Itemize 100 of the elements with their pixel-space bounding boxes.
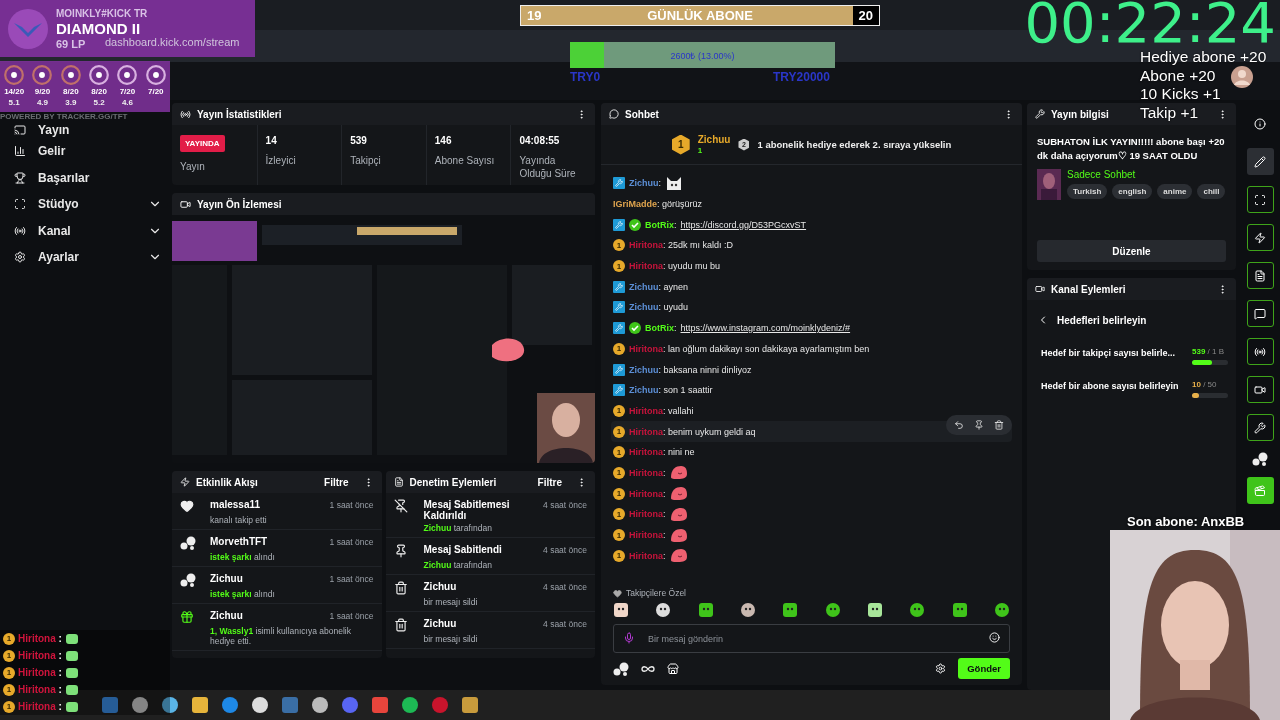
app-icon[interactable]	[460, 695, 480, 715]
gifter-name: Zichuu	[697, 134, 731, 145]
bolt-icon	[1254, 231, 1266, 244]
overlay-chat-message: Hiritona :	[18, 633, 62, 644]
wrench-button[interactable]	[1246, 414, 1274, 441]
emote-icon[interactable]	[613, 602, 629, 618]
emote-icon[interactable]	[951, 602, 968, 618]
emote-icon[interactable]	[824, 602, 841, 618]
app-icon[interactable]	[190, 695, 210, 715]
app-icon[interactable]	[160, 695, 180, 715]
emote-icon[interactable]	[866, 602, 883, 618]
chat-link[interactable]: https://discord.gg/D53PGcxvST	[680, 219, 807, 230]
clapper-button[interactable]	[1246, 477, 1274, 504]
trait-ring-icon	[144, 64, 167, 86]
sidebar-item[interactable]: Başarılar	[8, 164, 162, 191]
scan-button[interactable]	[1246, 186, 1274, 213]
rank-badge: 1	[671, 134, 690, 155]
emote-icon[interactable]	[655, 602, 672, 618]
info-icon	[1254, 117, 1266, 130]
action-time: 4 saat önce	[543, 581, 587, 593]
panel-title: Denetim Eylemleri	[409, 476, 497, 488]
mic-icon[interactable]	[623, 632, 635, 644]
emote-icon[interactable]	[740, 602, 756, 618]
emote-icon[interactable]	[909, 602, 926, 618]
subscriber-badge: 1	[3, 666, 15, 679]
camera-button[interactable]	[1246, 376, 1274, 403]
goal-label[interactable]: Hedef bir takipçi sayısı belirle...	[1041, 347, 1188, 358]
action-title: Zichuu	[423, 618, 458, 629]
countdown-timer: 00:22:24	[1024, 0, 1276, 47]
bolt-button[interactable]	[1246, 224, 1274, 251]
message-field[interactable]: Bir mesaj gönderin	[613, 624, 1010, 653]
sidebar-item[interactable]: Yayın	[8, 122, 162, 138]
emote-icon[interactable]	[993, 602, 1010, 618]
tag[interactable]: Turkish	[1067, 184, 1108, 199]
undo-icon[interactable]	[954, 420, 964, 431]
emote-tray-label: Takipçilere Özel	[626, 588, 686, 598]
emote-icon[interactable]	[782, 602, 799, 618]
chat-message: Hiritona:	[629, 530, 666, 541]
settings-icon[interactable]	[935, 663, 947, 674]
action-title: Mesaj Sabitlemesi Kaldırıldı	[423, 499, 511, 521]
back-link[interactable]: Hedefleri belirleyin	[1057, 314, 1147, 326]
goal-label[interactable]: Hedef bir abone sayısı belirleyin	[1041, 380, 1188, 391]
overlay-chat-message: Hiritona :	[18, 667, 62, 678]
emote-icon[interactable]	[697, 602, 714, 618]
pencil-button[interactable]	[1246, 148, 1274, 175]
broadcast-button[interactable]	[1246, 338, 1274, 365]
app-icon[interactable]	[310, 695, 330, 715]
action-description: bir mesajı sildi	[423, 634, 479, 644]
chat-link[interactable]: https://www.instagram.com/moinklydeniz/#	[680, 323, 851, 334]
trait-ring-icon	[88, 64, 111, 86]
app-icon[interactable]	[130, 695, 150, 715]
bolt-icon	[180, 477, 190, 487]
trash-icon[interactable]	[994, 420, 1004, 431]
chat-message: Hiritona:	[629, 467, 666, 478]
panel-title: Kanal Eylemleri	[1051, 283, 1126, 295]
filter-button[interactable]: Filtre	[316, 476, 357, 488]
emote-icon	[64, 683, 79, 696]
placement-record: 8/20	[91, 86, 107, 97]
clapper-icon	[1254, 484, 1266, 497]
subscriber-badge: 1	[613, 446, 625, 459]
category-link[interactable]: Sadece Sohbet	[1067, 169, 1226, 180]
wrench-icon	[1254, 421, 1266, 434]
send-button[interactable]: Gönder	[958, 658, 1010, 679]
filter-button[interactable]: Filtre	[529, 476, 570, 488]
event-time: 1 saat önce	[329, 610, 374, 622]
app-icon[interactable]	[250, 695, 270, 715]
pin-icon[interactable]	[974, 420, 984, 431]
edit-button[interactable]: Düzenle	[1037, 240, 1226, 262]
panel-title: Yayın Ön İzlemesi	[197, 198, 282, 210]
action-time: 4 saat önce	[543, 499, 587, 511]
placement-record: 7/20	[148, 86, 164, 97]
chat-message: Zichuu:	[629, 178, 661, 189]
trophy-icon	[14, 171, 26, 184]
live-badge: YAYINDA	[180, 135, 225, 152]
trash-icon	[393, 618, 408, 632]
pencil-icon	[1254, 155, 1266, 168]
sidebar-item[interactable]: Gelir	[8, 138, 162, 165]
note-icon	[1254, 269, 1266, 282]
app-icon[interactable]	[400, 695, 420, 715]
broadcast-icon	[14, 224, 26, 237]
tag[interactable]: anime	[1157, 184, 1193, 199]
broadcast-icon	[180, 108, 191, 120]
moderator-badge	[613, 301, 625, 314]
emoji-icon[interactable]	[989, 632, 1000, 643]
store-icon[interactable]	[667, 662, 679, 675]
action-title: Zichuu	[423, 581, 458, 592]
sidebar-item[interactable]: Kanal	[8, 217, 162, 244]
chat-message: Zichuu: baksana ninni dinliyoz	[629, 364, 752, 375]
event-user: Zichuu	[210, 573, 244, 584]
blob-emote-icon	[669, 527, 688, 543]
note-button[interactable]	[1246, 262, 1274, 289]
event-time: 1 saat önce	[329, 536, 374, 548]
event-description: istek şarkı alındı	[210, 589, 276, 599]
dots-icon	[1252, 452, 1268, 466]
chat-button[interactable]	[1246, 300, 1274, 327]
sidebar-item[interactable]: Ayarlar	[8, 244, 162, 271]
tag[interactable]: english	[1112, 184, 1153, 199]
tag[interactable]: chill	[1197, 184, 1226, 199]
goal-max: TRY20000	[773, 70, 830, 84]
sidebar-item[interactable]: Stüdyo	[8, 191, 162, 218]
